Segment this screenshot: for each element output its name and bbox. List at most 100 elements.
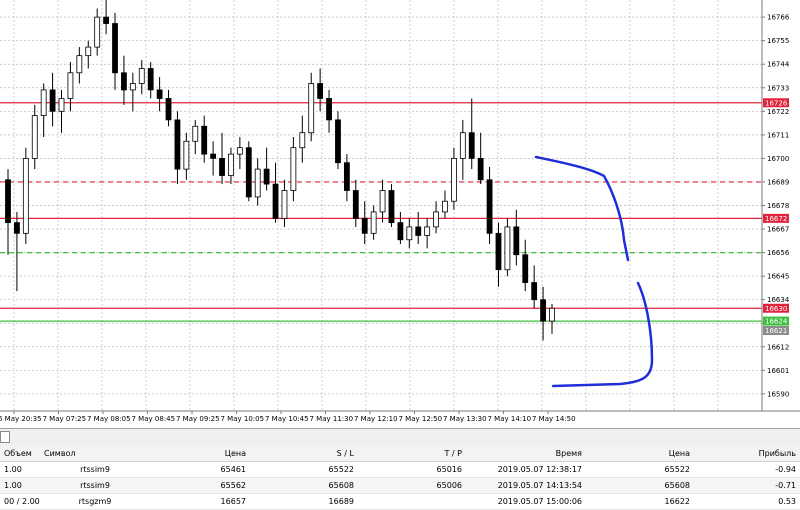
- cell-current-price: 65608: [586, 477, 694, 494]
- candle-body: [442, 200, 448, 213]
- candle-body: [308, 83, 315, 134]
- candle: [343, 154, 350, 202]
- candle: [549, 303, 555, 334]
- candle: [67, 62, 74, 112]
- candle: [335, 111, 341, 170]
- candle: [129, 72, 136, 112]
- candle: [308, 72, 315, 142]
- candle-body: [361, 217, 368, 234]
- candle-body: [129, 83, 136, 91]
- cell-current-price: 16622: [586, 493, 694, 510]
- candle-body: [379, 190, 386, 213]
- candle-body: [5, 179, 11, 224]
- time-axis-label: 7 May 14:10: [488, 415, 532, 423]
- hand-drawn-annotation: [534, 155, 654, 388]
- chart-canvas[interactable]: 16766 16755 16744 16733 16722 16711 16700 16689…: [0, 0, 800, 428]
- candle-body: [147, 68, 154, 91]
- time-axis-label: 7 May 09:25: [176, 415, 220, 423]
- column-header-profit[interactable]: Прибыль: [694, 446, 800, 462]
- candle: [192, 119, 199, 155]
- column-header-take-profit[interactable]: T / P: [358, 446, 466, 462]
- cell-stop-loss: 16689: [250, 493, 358, 510]
- candle: [424, 218, 431, 249]
- cell-symbol: rtsgzm9: [40, 493, 150, 510]
- candle-body: [254, 168, 261, 198]
- candle-body: [549, 307, 555, 322]
- cell-profit: -0.71: [694, 477, 800, 494]
- cell-price: 16657: [150, 493, 250, 510]
- candle: [326, 89, 332, 133]
- time-axis-label: 7 May 12:50: [399, 415, 443, 423]
- cell-profit: 0.53: [694, 493, 800, 510]
- candle: [486, 166, 493, 245]
- time-axis-label: 7 May 13:30: [443, 415, 487, 423]
- table-row[interactable]: 1.00 rtssim9 65461 65522 65016 2019.05.0…: [0, 461, 800, 478]
- candle: [468, 98, 475, 170]
- cell-volume: 1.00: [0, 477, 40, 494]
- candle: [14, 211, 20, 292]
- time-axis-label: 6 May 20:35: [0, 415, 42, 423]
- candle-body: [40, 89, 47, 116]
- price-tag-label: 16630: [765, 305, 787, 313]
- candle: [201, 115, 208, 163]
- candle-body: [459, 132, 466, 159]
- candle-body: [22, 158, 29, 234]
- price-tag-label: 16726: [765, 99, 788, 107]
- price-axis-label: 16722: [767, 108, 789, 116]
- candle: [531, 265, 538, 309]
- table-row[interactable]: 00 / 2.00 rtsgzm9 16657 16689 2019.05.07…: [0, 493, 800, 510]
- candle: [49, 72, 56, 127]
- column-header-stop-loss[interactable]: S / L: [250, 446, 358, 462]
- cell-symbol: rtssim9: [40, 477, 150, 494]
- column-header-price[interactable]: Цена: [150, 446, 250, 462]
- column-header-current-price[interactable]: Цена: [586, 446, 694, 462]
- candle-body: [335, 119, 341, 164]
- candles: [5, 0, 555, 341]
- candle: [433, 201, 439, 234]
- price-tag-label: 16624: [765, 318, 788, 326]
- price-axis-label: 16744: [767, 61, 790, 69]
- candle-body: [58, 98, 65, 112]
- candle-body: [94, 16, 101, 48]
- candle: [236, 137, 243, 170]
- time-axis-labels: 6 May 20:35 7 May 07:25 7 May 08:05 7 May 0…: [0, 411, 576, 423]
- candle: [58, 89, 65, 133]
- candle-body: [67, 72, 74, 99]
- candle: [272, 162, 279, 223]
- candle-body: [174, 119, 181, 170]
- candle: [477, 132, 484, 185]
- candle-body: [531, 282, 538, 301]
- column-header-volume[interactable]: Объем: [0, 446, 40, 462]
- candle-body: [31, 115, 38, 159]
- annotation-stroke-upper: [534, 155, 630, 262]
- price-axis-label: 16656: [767, 249, 790, 257]
- candle-body: [210, 153, 217, 159]
- candle-body: [156, 89, 163, 99]
- candle-body: [522, 254, 529, 283]
- candle-body: [415, 226, 422, 236]
- price-chart[interactable]: 16766 16755 16744 16733 16722 16711 16700 16689…: [0, 0, 800, 428]
- column-header-symbol[interactable]: Символ: [40, 446, 150, 462]
- price-axis-label: 16700: [767, 155, 789, 163]
- candle: [31, 104, 38, 170]
- cell-profit: -0.94: [694, 461, 800, 478]
- cell-take-profit: 65016: [358, 461, 466, 478]
- cell-time: 2019.05.07 15:00:06: [466, 493, 586, 510]
- candle: [442, 190, 448, 219]
- column-header-time[interactable]: Время: [466, 446, 586, 462]
- candle: [459, 119, 466, 180]
- candle: [94, 8, 101, 56]
- candle-body: [236, 147, 243, 155]
- candle: [183, 132, 190, 180]
- candle: [388, 184, 395, 227]
- candle-body: [272, 183, 279, 219]
- candle-body: [406, 226, 413, 241]
- candle: [40, 83, 47, 137]
- terminal-tab[interactable]: [0, 431, 10, 443]
- candle-body: [85, 46, 92, 57]
- table-row[interactable]: 1.00 rtssim9 65562 65608 65006 2019.05.0…: [0, 477, 800, 494]
- price-axis-label: 16711: [767, 131, 789, 139]
- price-axis-label: 16645: [767, 273, 789, 281]
- candle-body: [183, 140, 190, 170]
- cell-price: 65461: [150, 461, 250, 478]
